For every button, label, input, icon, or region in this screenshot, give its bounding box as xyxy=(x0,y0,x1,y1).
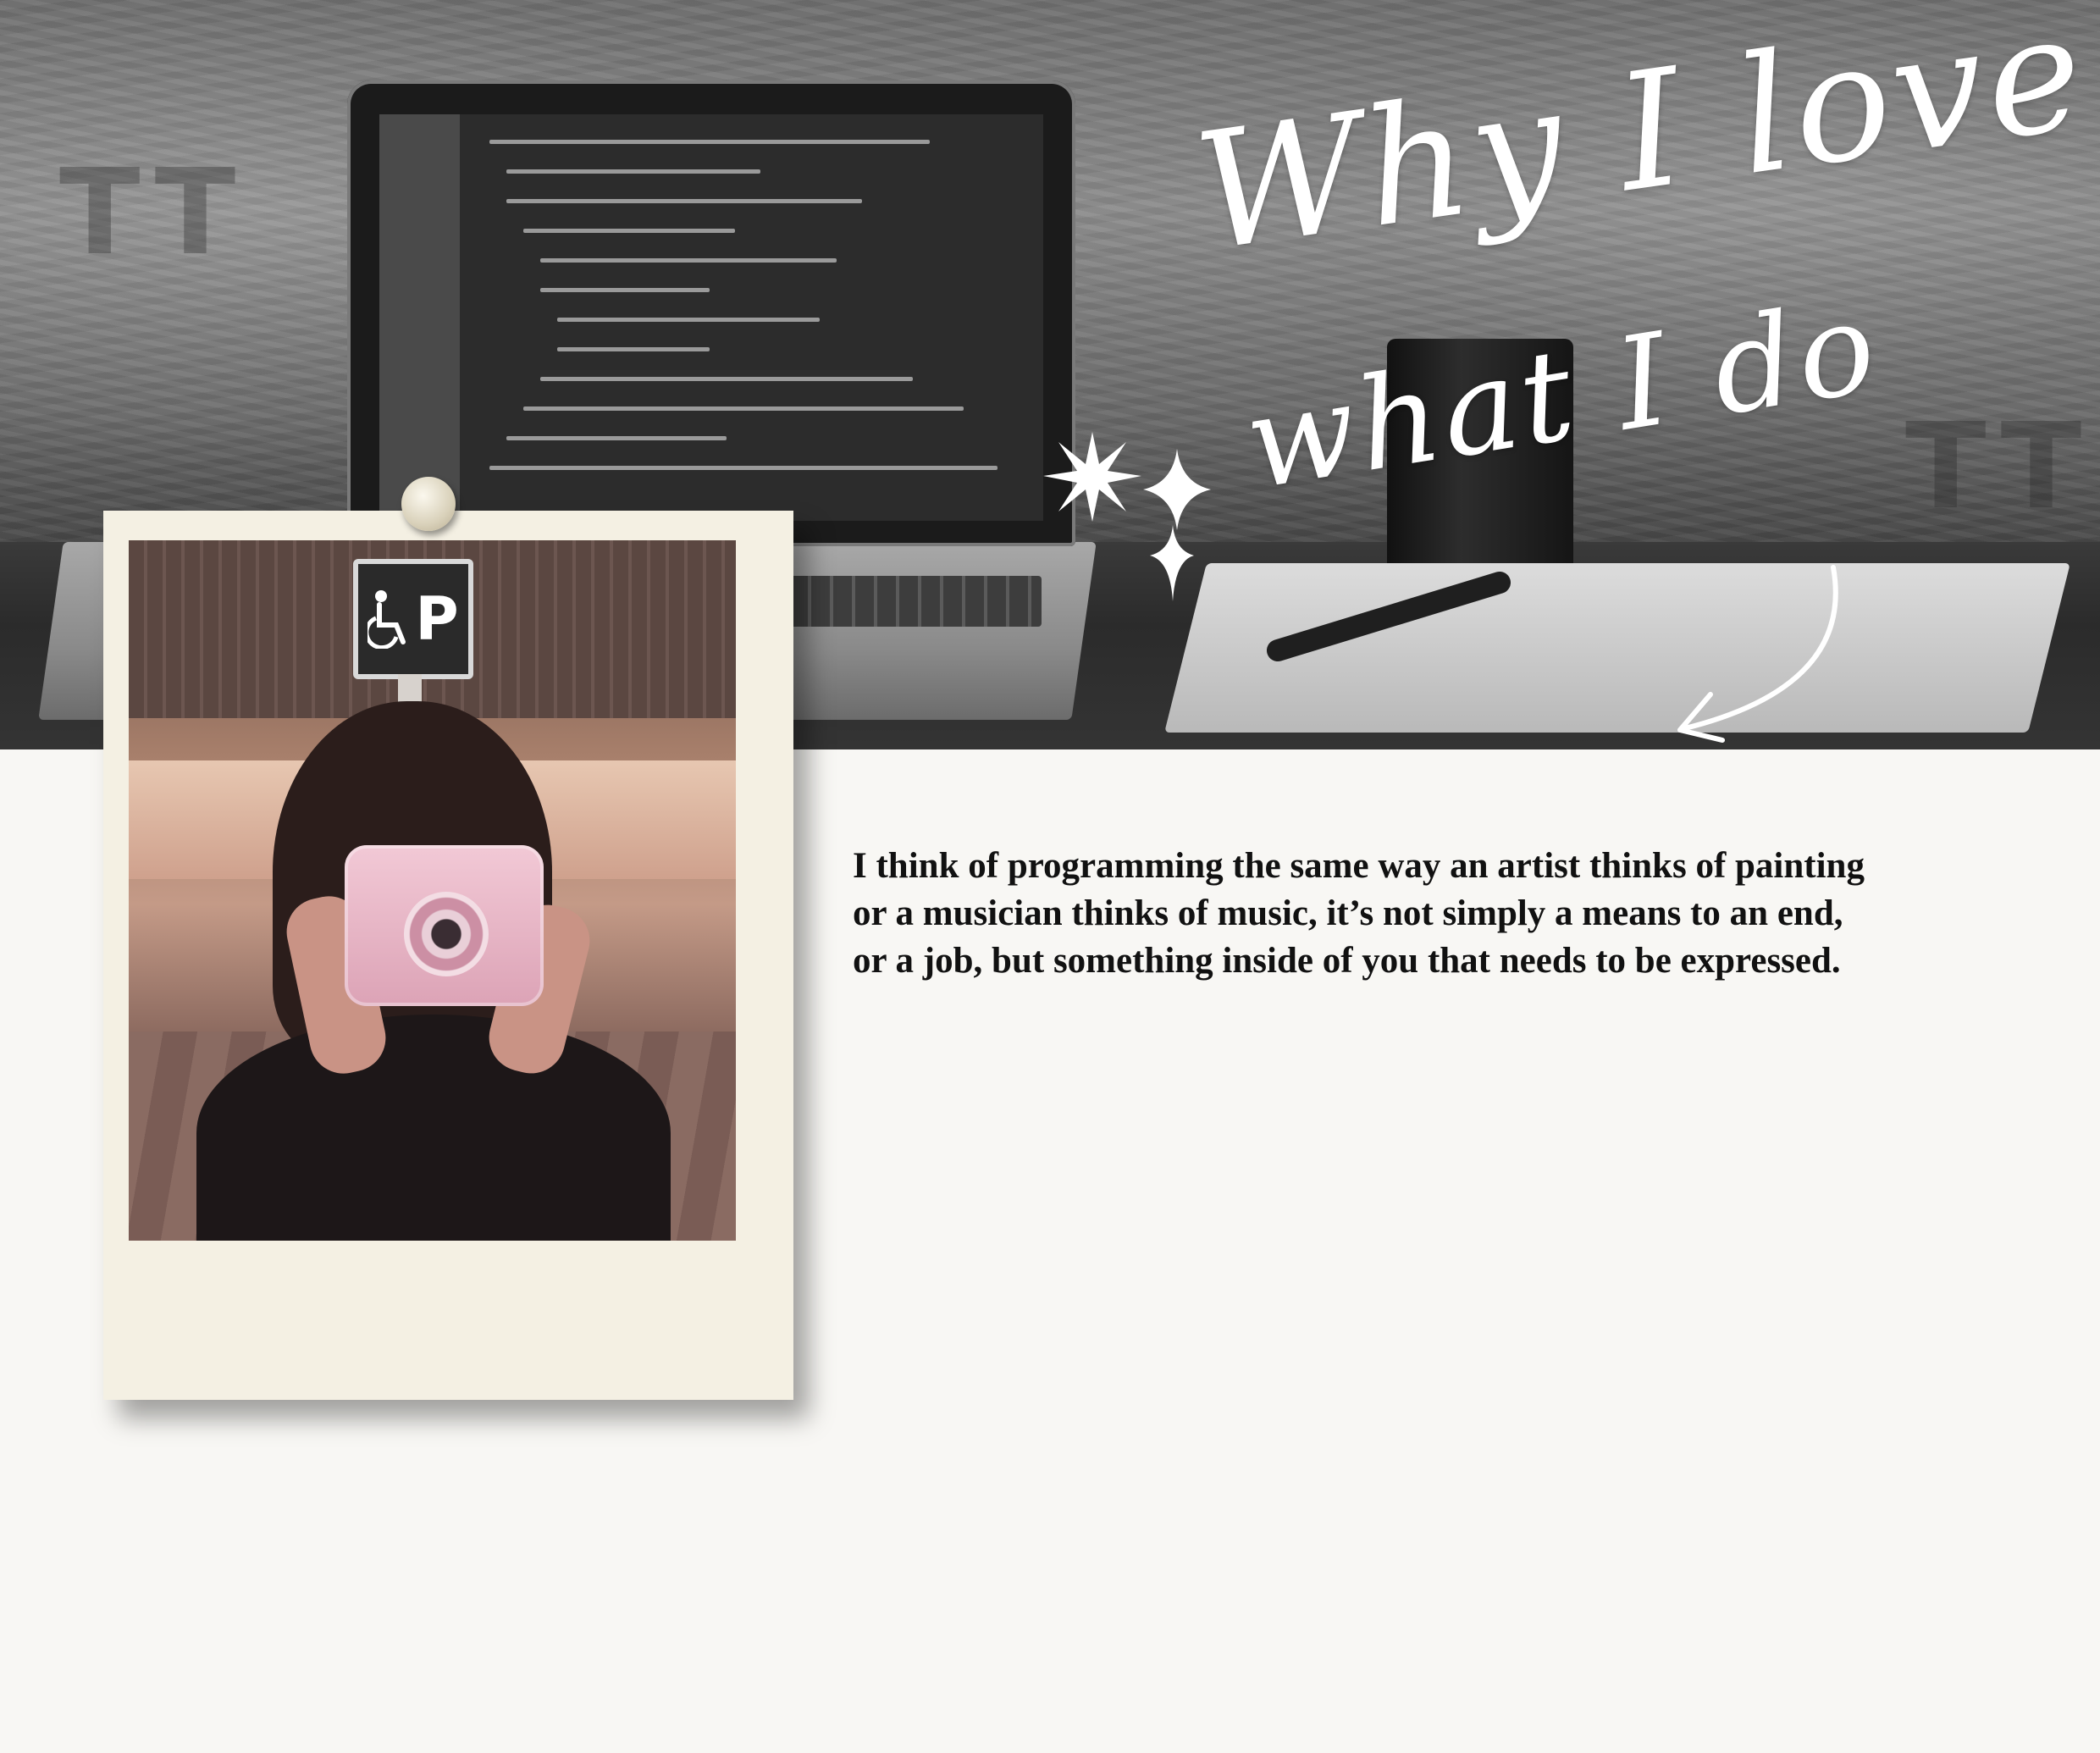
code-line xyxy=(506,169,760,174)
code-line xyxy=(489,466,998,470)
camera-lens xyxy=(404,892,489,976)
quote-line: I think of programming the same way an a… xyxy=(853,846,1865,886)
code-line xyxy=(506,436,727,440)
code-line xyxy=(540,377,913,381)
code-line xyxy=(557,318,820,322)
polaroid-frame: P xyxy=(103,511,793,1400)
code-line xyxy=(523,406,964,411)
sparkle-icon xyxy=(1043,432,1211,601)
code-line xyxy=(557,347,710,351)
code-line xyxy=(506,199,862,203)
laptop xyxy=(347,80,1075,546)
code-line xyxy=(540,258,837,263)
code-line xyxy=(523,229,735,233)
polaroid-photo: P xyxy=(129,540,736,1241)
quote-line: or a job, but something inside of you th… xyxy=(853,941,1841,981)
laptop-screen xyxy=(379,114,1043,521)
wheelchair-icon xyxy=(368,590,406,649)
quote-paragraph: I think of programming the same way an a… xyxy=(853,843,2038,985)
person-torso xyxy=(196,1015,671,1241)
push-pin-icon xyxy=(401,477,456,531)
code-editor-sidebar xyxy=(379,114,460,521)
parking-sign: P xyxy=(353,559,473,679)
parking-sign-letter: P xyxy=(415,584,459,654)
code-line xyxy=(489,140,930,144)
quote-line: or a musician thinks of music, it’s not … xyxy=(853,893,1843,933)
wall-engraving-right: TT xyxy=(1905,398,2094,536)
wall-engraving-left: TT xyxy=(59,144,248,282)
curved-arrow-icon xyxy=(1677,565,1838,743)
instant-camera xyxy=(345,845,544,1006)
code-line xyxy=(540,288,710,292)
